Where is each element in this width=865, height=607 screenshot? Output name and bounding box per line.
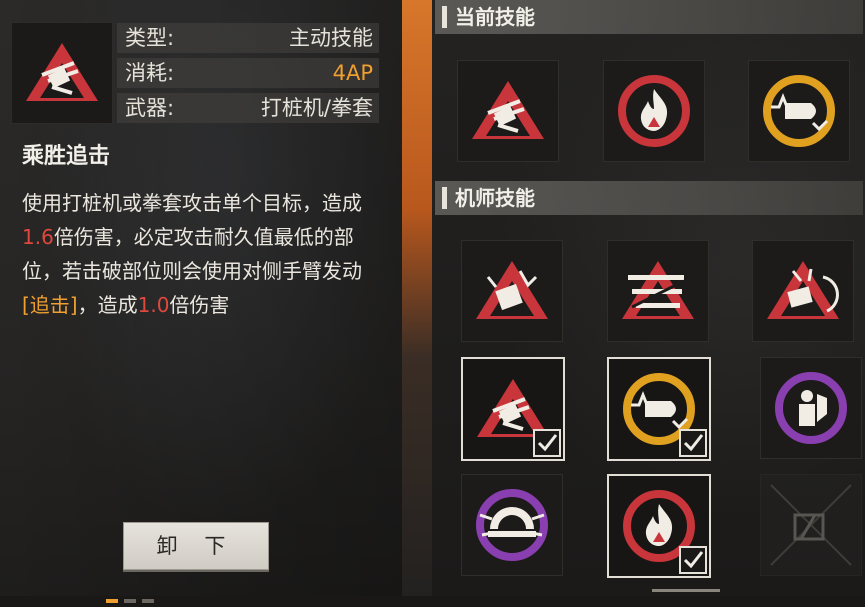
mechanic-skill-slot-9[interactable] xyxy=(760,474,862,576)
fire-circle-icon xyxy=(618,75,690,147)
skill-name: 乘胜追击 xyxy=(22,144,111,169)
page-dot xyxy=(106,599,118,603)
pile-driver-triangle-icon xyxy=(26,43,98,101)
pile-driver-triangle-icon xyxy=(472,81,544,139)
mechanic-skills-title: 机师技能 xyxy=(455,186,535,210)
attr-type-label: 类型: xyxy=(125,26,175,50)
unequip-button[interactable]: 卸 下 xyxy=(123,522,269,570)
mechanic-skill-slot-7[interactable] xyxy=(461,474,563,576)
current-skills-title: 当前技能 xyxy=(455,5,535,29)
desc-damage-2: 1.0 xyxy=(137,293,170,317)
current-skills-header: 当前技能 xyxy=(435,0,863,34)
page-indicator xyxy=(106,588,160,603)
shield-figure-circle-icon xyxy=(775,372,847,444)
mechanic-skill-slot-8[interactable] xyxy=(607,474,711,578)
slash-stripes-triangle-icon xyxy=(622,261,694,319)
desc-part4: 倍伤害 xyxy=(169,293,230,317)
mechanic-skill-slot-2[interactable] xyxy=(607,240,709,342)
desc-followup-link[interactable]: [追击] xyxy=(22,293,78,317)
shattered-fist-triangle-icon xyxy=(476,261,548,319)
bullet-circle-icon xyxy=(763,75,835,147)
mechanic-skill-slot-6[interactable] xyxy=(760,357,862,459)
page-dot xyxy=(124,599,136,603)
attr-weapon-label: 武器: xyxy=(125,96,175,120)
attr-cost-row: 消耗: 4AP xyxy=(117,58,379,88)
current-skill-slot-3[interactable] xyxy=(748,60,850,162)
mechanic-skill-slot-4[interactable] xyxy=(461,357,565,461)
desc-damage-1: 1.6 xyxy=(22,225,54,249)
equipped-checkmark-icon xyxy=(679,429,707,457)
attr-type-value: 主动技能 xyxy=(289,26,373,50)
desc-part2: 倍伤害，必定攻击耐久值最低的部位，若击破部位则会使用对侧手臂发动 xyxy=(22,225,362,283)
desc-part3: ，造成 xyxy=(77,293,138,317)
character-art-strip xyxy=(402,0,432,596)
attr-type-row: 类型: 主动技能 xyxy=(117,23,379,53)
attr-weapon-row: 武器: 打桩机/拳套 xyxy=(117,93,379,123)
page-dot xyxy=(142,599,154,603)
mechanic-skill-slot-1[interactable] xyxy=(461,240,563,342)
current-skill-slot-1[interactable] xyxy=(457,60,559,162)
spinning-fist-triangle-icon xyxy=(767,261,839,319)
selected-skill-icon xyxy=(11,22,113,124)
equipped-checkmark-icon xyxy=(533,429,561,457)
attr-weapon-value: 打桩机/拳套 xyxy=(260,96,373,120)
mechanic-skills-header: 机师技能 xyxy=(435,181,863,215)
scroll-indicator xyxy=(652,589,720,592)
current-skill-slot-2[interactable] xyxy=(603,60,705,162)
mechanic-skill-slot-3[interactable] xyxy=(752,240,854,342)
eye-spikes-circle-icon xyxy=(476,489,548,561)
desc-part1: 使用打桩机或拳套攻击单个目标，造成 xyxy=(22,191,362,215)
equipped-checkmark-icon xyxy=(679,546,707,574)
attr-cost-label: 消耗: xyxy=(125,61,175,85)
attr-cost-value: 4AP xyxy=(332,61,373,85)
skill-description: 使用打桩机或拳套攻击单个目标，造成 1.6倍伤害，必定攻击耐久值最低的部位，若击破… xyxy=(22,186,372,322)
mechanic-skill-slot-5[interactable] xyxy=(607,357,711,461)
locked-slot-icon xyxy=(770,484,852,566)
